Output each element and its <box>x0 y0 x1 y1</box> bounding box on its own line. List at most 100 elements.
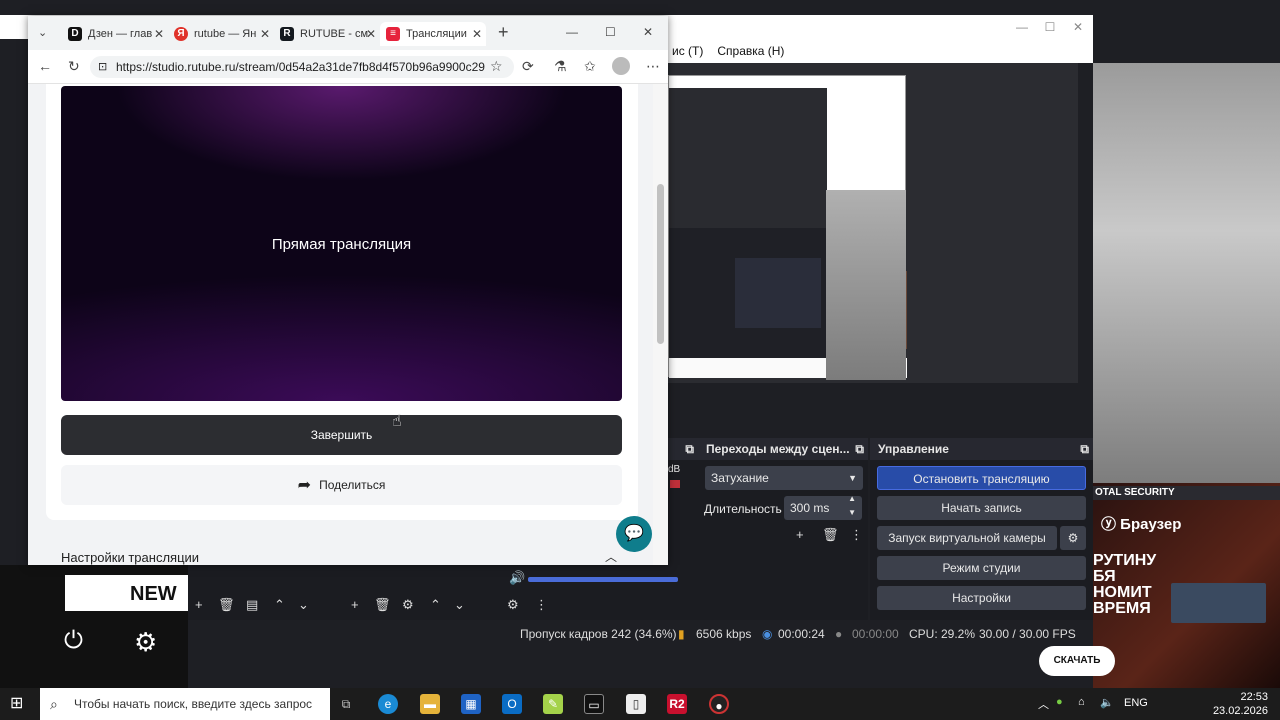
language-indicator[interactable]: ENG <box>1124 697 1148 709</box>
taskbar: ⊞ ⌕ Чтобы начать поиск, введите здесь за… <box>0 688 1280 720</box>
url-field[interactable]: ⊡ https://studio.rutube.ru/stream/0d54a2… <box>90 56 514 78</box>
stepper-icon[interactable]: ▲ ▼ <box>848 492 856 520</box>
windows-start-icon[interactable]: ⊞ <box>10 695 28 713</box>
transitions-dock-head: Переходы между сцен... ⧉ <box>698 438 868 460</box>
tab-search-icon[interactable]: ⌄ <box>38 26 47 39</box>
gear-icon: ⚙ <box>134 627 158 657</box>
stop-stream-button[interactable]: Остановить трансляцию <box>877 466 1086 490</box>
task-view-icon[interactable]: ⧉ <box>336 694 356 714</box>
close-icon[interactable]: ✕ <box>1064 15 1092 39</box>
move-down-icon[interactable]: ⌄ <box>298 597 309 613</box>
minimize-icon[interactable]: — <box>1008 15 1036 39</box>
page-scrollbar[interactable] <box>653 84 668 565</box>
close-icon[interactable]: ✕ <box>366 27 376 41</box>
duration-spinbox[interactable]: 300 ms ▲ ▼ <box>784 494 862 520</box>
start-record-button[interactable]: Начать запись <box>877 496 1086 520</box>
tab-yandex[interactable]: Я rutube — Ян ✕ <box>168 22 274 46</box>
signal-icon: ▮ <box>678 627 685 641</box>
mixer-dock-head: ⧉ <box>668 438 698 460</box>
fps: 30.00 / 30.00 FPS <box>979 627 1076 641</box>
maximize-icon[interactable]: ☐ <box>1036 15 1064 39</box>
back-icon[interactable]: ← <box>38 58 52 74</box>
settings-button[interactable]: Настройки <box>877 586 1086 610</box>
close-icon[interactable]: ✕ <box>643 25 653 39</box>
maximize-icon[interactable]: ☐ <box>605 25 616 39</box>
network-icon[interactable]: ⌂ <box>1078 696 1085 708</box>
volume-icon[interactable]: 🔈 <box>1100 696 1114 709</box>
menu-icon[interactable]: ⋯ <box>646 58 660 75</box>
browser-window: ⌄ D Дзен — глав ✕ Я rutube — Ян ✕ R RUTU… <box>28 16 668 565</box>
gear-icon[interactable]: ⚙ <box>507 597 519 613</box>
dropped-frames: Пропуск кадров 242 (34.6%) <box>520 627 677 641</box>
document-icon[interactable]: ▯ <box>626 694 646 714</box>
store-icon[interactable]: ▦ <box>461 694 481 714</box>
ad-brand: ⓨ Браузер <box>1101 516 1182 533</box>
terminal-icon[interactable]: ▭ <box>584 694 604 714</box>
add-icon[interactable]: + <box>796 527 804 542</box>
minimize-icon[interactable]: — <box>566 25 578 39</box>
address-bar: ← ↻ ⊡ https://studio.rutube.ru/stream/0d… <box>28 50 668 84</box>
end-stream-button[interactable]: Завершить <box>61 415 622 455</box>
taskbar-search[interactable]: ⌕ Чтобы начать поиск, введите здесь запр… <box>40 688 330 720</box>
tab-dzen[interactable]: D Дзен — глав ✕ <box>62 22 168 46</box>
live-video-preview[interactable]: Прямая трансляция <box>61 86 622 401</box>
ad-line: РУТИНУ <box>1093 552 1157 569</box>
volume-slider[interactable] <box>528 577 678 582</box>
scroll-thumb[interactable] <box>657 184 664 344</box>
stream-settings-heading[interactable]: Настройки трансляции <box>61 550 199 565</box>
outlook-icon[interactable]: O <box>502 694 522 714</box>
obs-icon[interactable]: ● <box>709 694 729 714</box>
more-icon[interactable]: ⋮ <box>535 597 548 613</box>
chevron-up-icon[interactable]: ︿ <box>605 548 617 565</box>
clock[interactable]: 22:53 23.02.2026 <box>1213 690 1268 718</box>
download-button[interactable]: СКАЧАТЬ <box>1039 646 1115 676</box>
site-info-icon[interactable]: ⊡ <box>98 56 107 78</box>
undock-icon[interactable]: ⧉ <box>1080 438 1089 460</box>
transition-select[interactable]: Затухание ▼ <box>705 466 863 490</box>
menu-tools[interactable]: ис (T) <box>672 44 703 58</box>
close-icon[interactable]: ✕ <box>472 27 482 41</box>
edge-icon[interactable]: e <box>378 694 398 714</box>
close-icon[interactable]: ✕ <box>260 27 270 41</box>
move-up-icon[interactable]: ⌃ <box>274 597 285 613</box>
trash-icon[interactable]: 🗑 <box>374 597 391 613</box>
yandex-tray-icon[interactable]: ● <box>1056 696 1063 708</box>
virtual-camera-button[interactable]: Запуск виртуальной камеры <box>877 526 1057 550</box>
obs-menubar: ис (T) Справка (H) <box>668 39 1093 63</box>
chevron-up-icon[interactable]: ︿ <box>1038 696 1049 712</box>
new-tab-button[interactable]: + <box>498 22 509 43</box>
add-icon[interactable]: + <box>195 597 203 612</box>
search-icon: ⌕ <box>50 696 58 712</box>
undock-icon[interactable]: ⧉ <box>855 438 864 460</box>
notepad-icon[interactable]: ✎ <box>543 694 563 714</box>
tab-rutube[interactable]: R RUTUBE - см ✕ <box>274 22 380 46</box>
star-icon[interactable]: ☆ <box>490 58 503 75</box>
more-icon[interactable]: ⋮ <box>850 527 863 543</box>
share-button[interactable]: ➦ Поделиться <box>61 465 622 505</box>
gear-icon[interactable]: ⚙ <box>402 597 414 613</box>
menu-help[interactable]: Справка (H) <box>717 44 784 58</box>
chat-icon[interactable]: 💬 <box>616 516 652 552</box>
stream-time: 00:00:24 <box>778 627 825 641</box>
file-explorer-icon[interactable]: ▬ <box>420 694 440 714</box>
transitions-title: Переходы между сцен... <box>706 442 850 456</box>
r2-icon[interactable]: R2 <box>667 694 687 714</box>
stream-icon: ◉ <box>762 627 773 641</box>
close-icon[interactable]: ✕ <box>154 27 164 41</box>
filter-icon[interactable]: ▤ <box>246 597 258 613</box>
speaker-icon[interactable]: 🔊 <box>509 570 525 586</box>
move-up-icon[interactable]: ⌃ <box>430 597 441 613</box>
studio-mode-button[interactable]: Режим студии <box>877 556 1086 580</box>
trash-icon[interactable]: 🗑 <box>822 527 839 543</box>
favorites-icon[interactable]: ✩ <box>584 58 596 75</box>
move-down-icon[interactable]: ⌄ <box>454 597 465 613</box>
trash-icon[interactable]: 🗑 <box>218 597 235 613</box>
extension-icon[interactable]: ⚗ <box>554 58 567 75</box>
add-icon[interactable]: + <box>351 597 359 612</box>
translate-icon[interactable]: ⟳ <box>522 58 534 75</box>
profile-avatar[interactable] <box>612 57 630 75</box>
ad-line: НОМИТ <box>1093 584 1152 601</box>
gear-icon[interactable]: ⚙ <box>1060 526 1086 550</box>
reload-icon[interactable]: ↻ <box>68 58 80 75</box>
tab-streams[interactable]: ≡ Трансляции ✕ <box>380 22 486 46</box>
